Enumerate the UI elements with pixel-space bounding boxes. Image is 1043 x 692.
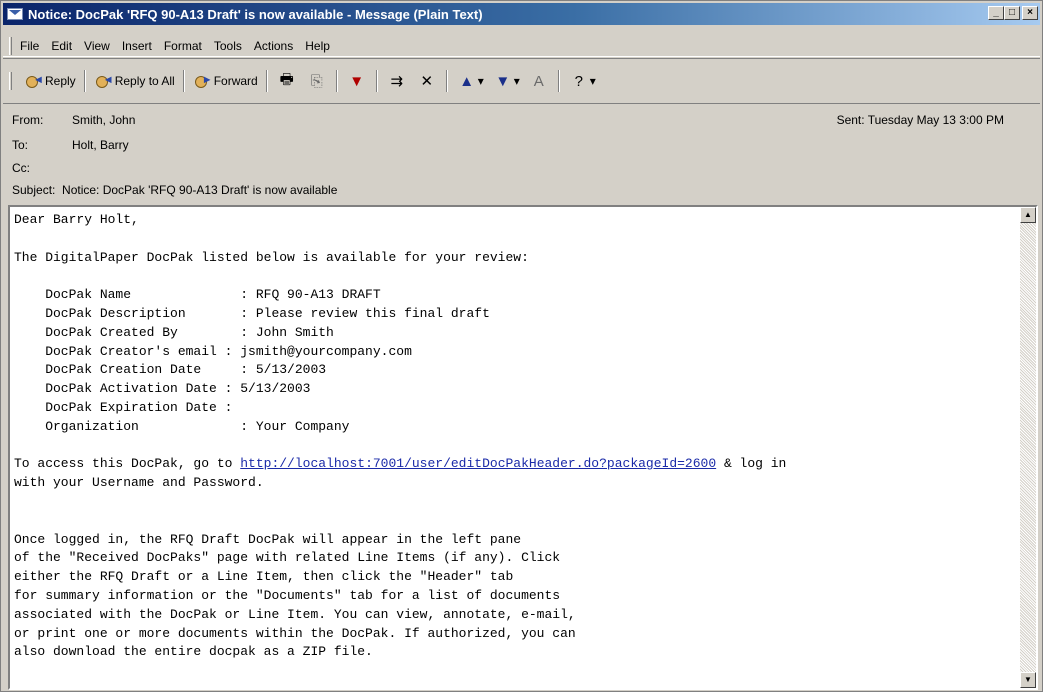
menu-format[interactable]: Format <box>164 39 202 53</box>
forward-label: Forward <box>213 74 258 88</box>
menu-grip[interactable] <box>9 36 12 55</box>
reply-all-icon <box>94 73 114 89</box>
window-controls: _ □ × <box>988 6 1038 20</box>
font-size-button[interactable]: A <box>524 69 554 93</box>
detail-line: DocPak Creation Date : 5/13/2003 <box>14 362 327 378</box>
window-title: Notice: DocPak 'RFQ 90-A13 Draft' is now… <box>28 6 483 22</box>
cc-label: Cc: <box>12 161 30 175</box>
paragraph-line: Once logged in, the RFQ Draft DocPak wil… <box>14 531 522 547</box>
greeting: Dear Barry Holt, <box>14 212 139 227</box>
toolbar-separator <box>83 70 86 92</box>
menu-actions[interactable]: Actions <box>254 39 293 53</box>
forward-icon <box>193 73 213 89</box>
up-arrow-icon: ▲ <box>459 72 475 90</box>
message-body[interactable]: Dear Barry Holt, The DigitalPaper DocPak… <box>8 205 1038 690</box>
message-header: From: Smith, John To: Holt, Barry Cc: Subj… <box>3 105 1040 203</box>
menu-bar: File Edit View Insert Format Tools Actio… <box>3 35 1040 57</box>
help-button[interactable]: ? ▾ <box>564 69 600 93</box>
detail-line: DocPak Expiration Date : <box>14 399 233 415</box>
message-text: Dear Barry Holt, The DigitalPaper DocPak… <box>14 211 1014 662</box>
subject-label: Subject: <box>12 183 56 197</box>
to-value[interactable]: Holt, Barry <box>72 138 129 152</box>
paragraph-line: or print one or more documents within th… <box>14 625 576 641</box>
subject-row: Subject: Notice: DocPak 'RFQ 90-A13 Draf… <box>12 183 337 197</box>
delete-icon: ✕ <box>420 73 434 90</box>
detail-line: DocPak Description : Please review this … <box>14 305 490 321</box>
chevron-down-icon: ▾ <box>477 74 484 88</box>
font-size-icon: A <box>533 72 544 90</box>
delete-button[interactable]: ✕ <box>412 69 442 93</box>
move-to-folder-button[interactable]: ⇉ <box>382 69 412 93</box>
access-text-line2: with your Username and Password. <box>14 475 264 491</box>
docpak-link[interactable]: http://localhost:7001/user/editDocPakHea… <box>240 456 716 471</box>
chevron-down-icon: ▾ <box>513 74 520 88</box>
printer-icon: 🖶 <box>279 70 294 88</box>
envelope-icon <box>7 8 23 20</box>
detail-line: DocPak Activation Date : 5/13/2003 <box>14 381 311 397</box>
maximize-button[interactable]: □ <box>1004 6 1020 20</box>
reply-label: Reply <box>45 74 76 88</box>
toolbar-separator <box>375 70 378 92</box>
from-value[interactable]: Smith, John <box>72 113 135 127</box>
title-bar[interactable]: Notice: DocPak 'RFQ 90-A13 Draft' is now… <box>3 3 1040 25</box>
paragraph-line: also download the entire docpak as a ZIP… <box>14 644 373 660</box>
flag-icon: ▼ <box>349 72 365 90</box>
message-window: Notice: DocPak 'RFQ 90-A13 Draft' is now… <box>0 0 1043 692</box>
paragraph-line: for summary information or the "Document… <box>14 587 561 603</box>
copy-icon: ⎘ <box>310 72 323 90</box>
detail-line: Organization : Your Company <box>14 418 350 434</box>
scroll-down-button[interactable]: ▼ <box>1020 672 1036 688</box>
access-text-end: & log in <box>716 456 787 472</box>
flag-button[interactable]: ▼ <box>342 69 372 93</box>
scroll-up-button[interactable]: ▲ <box>1020 207 1036 223</box>
sent-date: Sent: Tuesday May 13 3:00 PM <box>836 113 1004 127</box>
menu-help[interactable]: Help <box>305 39 330 53</box>
menu-view[interactable]: View <box>84 39 110 53</box>
to-row: To: Holt, Barry <box>12 138 129 152</box>
toolbar-separator <box>557 70 560 92</box>
down-arrow-icon: ▼ <box>495 72 511 90</box>
forward-button[interactable]: Forward <box>189 69 262 93</box>
cc-row: Cc: <box>12 161 72 175</box>
access-text: To access this DocPak, go to <box>14 456 241 472</box>
detail-line: DocPak Creator's email : jsmith@yourcomp… <box>14 343 412 359</box>
reply-button[interactable]: Reply <box>20 69 80 93</box>
help-icon: ? <box>574 72 583 90</box>
toolbar-separator <box>335 70 338 92</box>
to-label: To: <box>12 138 29 152</box>
move-to-folder-icon: ⇉ <box>390 73 404 90</box>
intro-line: The DigitalPaper DocPak listed below is … <box>14 249 529 265</box>
vertical-scrollbar[interactable]: ▲ ▼ <box>1020 207 1036 688</box>
minimize-button[interactable]: _ <box>988 6 1004 20</box>
copy-button[interactable]: ⎘ <box>302 69 332 93</box>
detail-line: DocPak Created By : John Smith <box>14 324 334 340</box>
toolbar-grip[interactable] <box>9 72 12 90</box>
menu-edit[interactable]: Edit <box>51 39 72 53</box>
from-label: From: <box>12 113 44 127</box>
toolbar-separator <box>445 70 448 92</box>
paragraph-line: either the RFQ Draft or a Line Item, the… <box>14 569 514 585</box>
subject-value: Notice: DocPak 'RFQ 90-A13 Draft' is now… <box>62 183 338 197</box>
reply-all-label: Reply to All <box>114 74 175 88</box>
paragraph-line: of the "Received DocPaks" page with rela… <box>14 550 561 566</box>
chevron-down-icon: ▾ <box>589 74 596 88</box>
detail-line: DocPak Name : RFQ 90-A13 DRAFT <box>14 287 381 303</box>
toolbar-separator <box>182 70 185 92</box>
close-button[interactable]: × <box>1022 6 1038 20</box>
menu-file[interactable]: File <box>20 39 39 53</box>
previous-item-button[interactable]: ▲ ▾ <box>452 69 488 93</box>
toolbar-separator <box>265 70 268 92</box>
from-row: From: Smith, John <box>12 113 135 127</box>
reply-all-button[interactable]: Reply to All <box>90 69 179 93</box>
paragraph-line: associated with the DocPak or Line Item.… <box>14 606 576 622</box>
menu-insert[interactable]: Insert <box>122 39 152 53</box>
reply-icon <box>24 73 44 89</box>
toolbar: Reply Reply to All Forward 🖶 ⎘ ▼ ⇉ ✕ ▲▾ … <box>3 58 1040 104</box>
print-button[interactable]: 🖶 <box>272 69 302 93</box>
next-item-button[interactable]: ▼ ▾ <box>488 69 524 93</box>
menu-tools[interactable]: Tools <box>214 39 242 53</box>
